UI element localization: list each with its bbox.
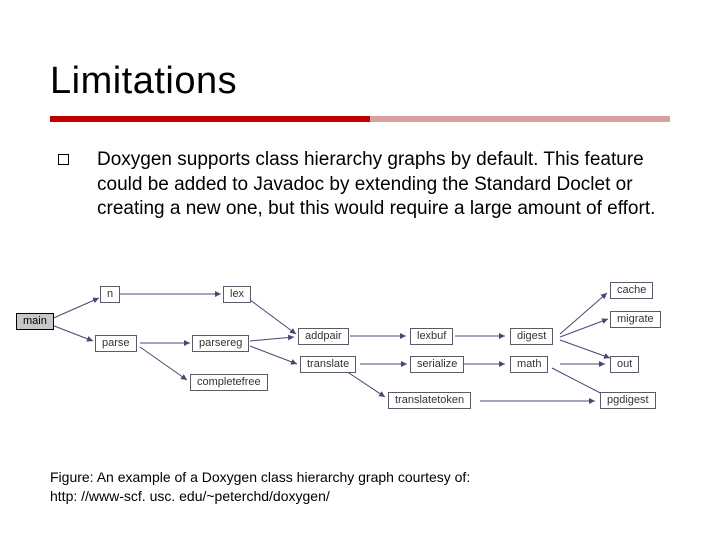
node-cache: cache — [610, 282, 653, 299]
slide: Limitations Doxygen supports class hiera… — [0, 0, 720, 540]
node-serialize: serialize — [410, 356, 464, 373]
node-translate: translate — [300, 356, 356, 373]
node-math: math — [510, 356, 548, 373]
node-digest: digest — [510, 328, 553, 345]
bullet-text: Doxygen supports class hierarchy graphs … — [97, 148, 658, 222]
square-bullet-icon — [58, 154, 69, 165]
node-parse: parse — [95, 335, 137, 352]
slide-title: Limitations — [50, 60, 237, 103]
hierarchy-diagram: main n parse lex parsereg completefree a… — [0, 280, 720, 435]
node-migrate: migrate — [610, 311, 661, 328]
node-completefree: completefree — [190, 374, 268, 391]
node-addpair: addpair — [298, 328, 349, 345]
bullet-item: Doxygen supports class hierarchy graphs … — [58, 148, 658, 222]
title-rule — [50, 116, 670, 122]
node-parsereg: parsereg — [192, 335, 249, 352]
node-main: main — [16, 313, 54, 330]
caption-line-1: Figure: An example of a Doxygen class hi… — [50, 468, 470, 487]
node-n: n — [100, 286, 120, 303]
node-pgdigest: pgdigest — [600, 392, 656, 409]
node-translatetoken: translatetoken — [388, 392, 471, 409]
node-lex: lex — [223, 286, 251, 303]
node-out: out — [610, 356, 639, 373]
caption-line-2: http: //www-scf. usc. edu/~peterchd/doxy… — [50, 487, 470, 506]
node-lexbuf: lexbuf — [410, 328, 453, 345]
figure-caption: Figure: An example of a Doxygen class hi… — [50, 468, 470, 506]
